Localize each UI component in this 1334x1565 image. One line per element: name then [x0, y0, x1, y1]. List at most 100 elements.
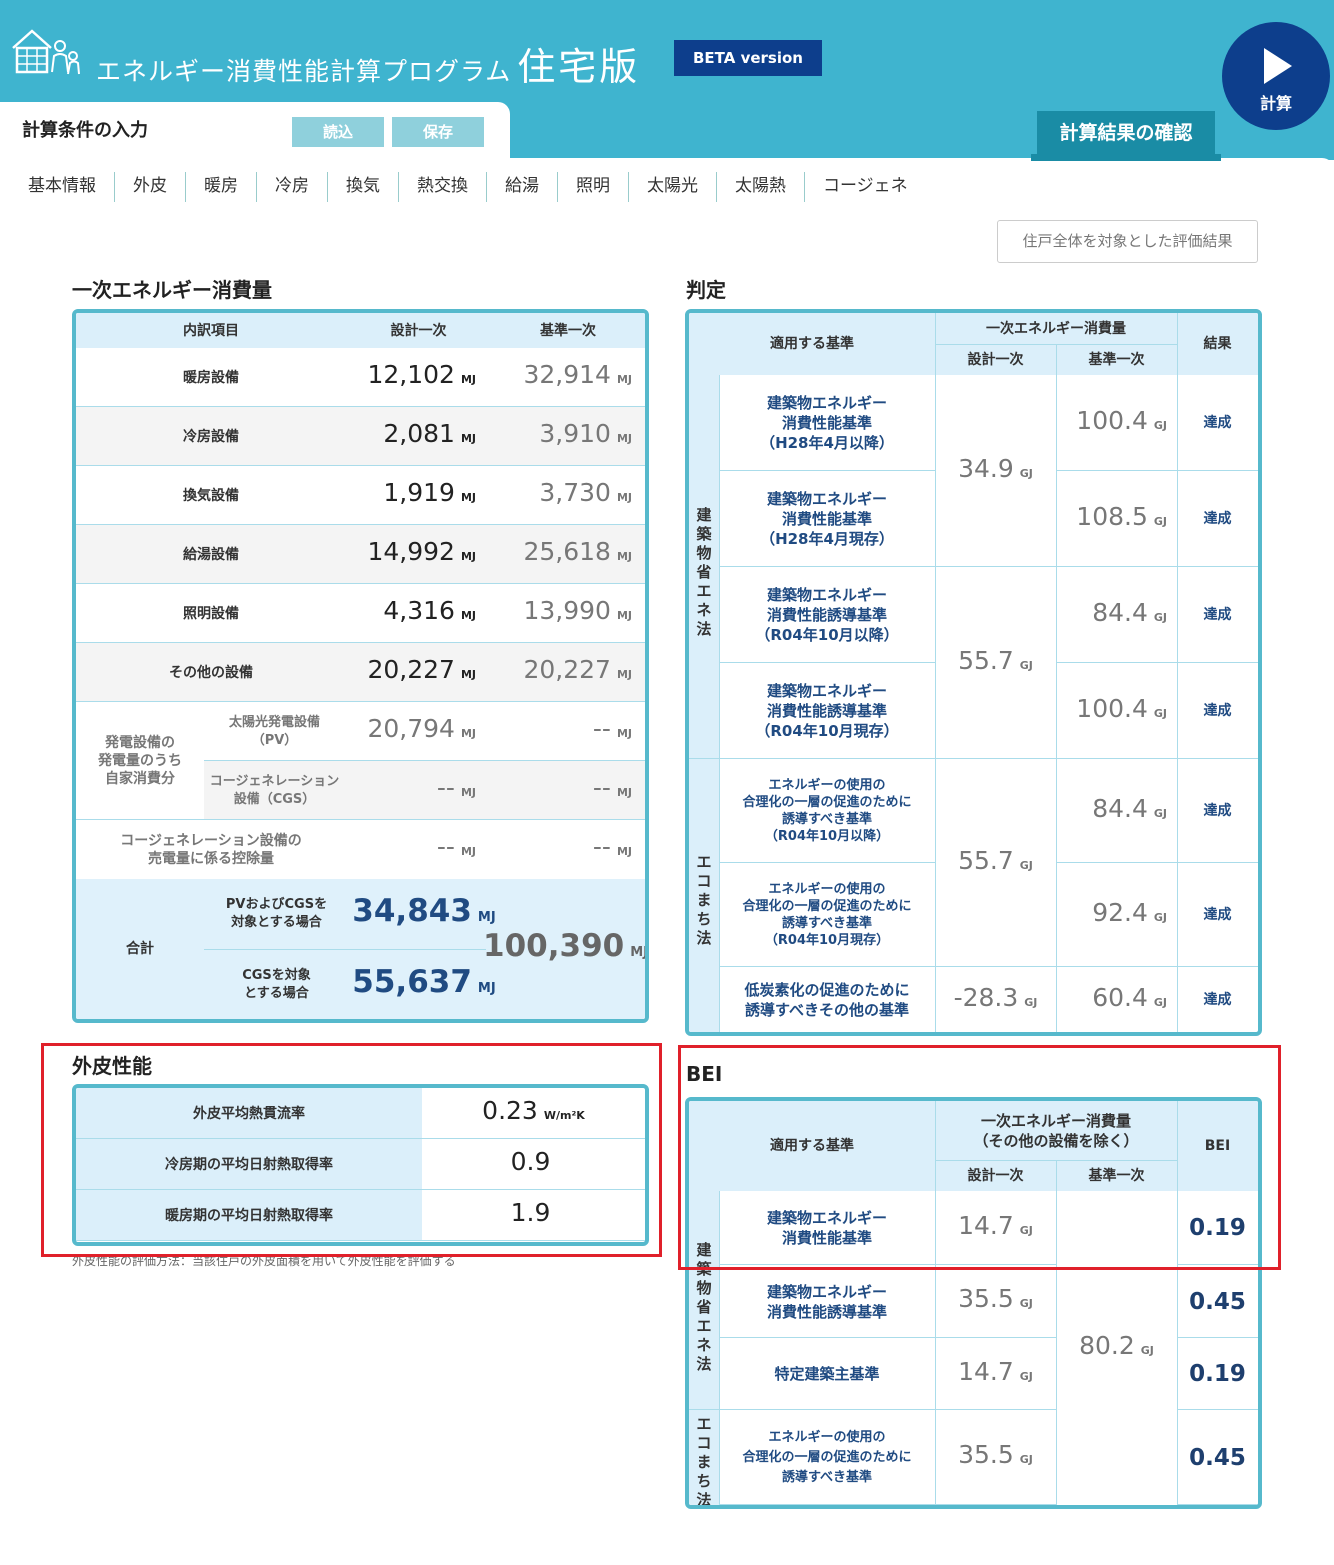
judge-row-result: 達成 — [1203, 992, 1232, 1008]
total-base-value: 100,390 MJ — [483, 927, 648, 964]
grid-line — [1177, 375, 1178, 1032]
nav-tab-10[interactable]: コージェネ — [805, 172, 926, 202]
results-tab[interactable]: 計算結果の確認 — [1037, 111, 1215, 156]
grid-line — [689, 1409, 719, 1410]
judgement-title: 判定 — [686, 278, 726, 302]
judge-row-result: 達成 — [1203, 907, 1232, 923]
input-conditions-tab[interactable]: 計算条件の入力 読込 保存 — [0, 102, 510, 160]
law1-label: 建築物省エネ法 — [696, 506, 712, 638]
judge-row-base: 60.4 GJ — [1092, 982, 1167, 1012]
primary-row-design: 14,992 MJ — [367, 537, 476, 566]
bei-row-label: 建築物エネルギー 消費性能誘導基準 — [766, 1282, 887, 1321]
bei-law2-label: エコまち法 — [696, 1415, 712, 1509]
judge-row-label: 低炭素化の促進のために 誘導すべきその他の基準 — [744, 981, 910, 1019]
pv-label: 太陽光発電設備 （PV） — [228, 714, 320, 748]
judge-header-standard: 適用する基準 — [689, 313, 935, 375]
law2-label: エコまち法 — [696, 853, 712, 947]
grid-line — [1177, 1504, 1258, 1505]
bei-row-design: 35.5 GJ — [958, 1440, 1033, 1469]
nav-tab-7[interactable]: 照明 — [558, 172, 629, 202]
cgs-base: ‐‐ MJ — [592, 773, 632, 802]
play-icon — [1264, 48, 1292, 84]
calculate-button[interactable]: 計算 — [1222, 22, 1330, 130]
results-tab-underline — [1031, 154, 1221, 161]
primary-row-label: その他の設備 — [169, 664, 253, 681]
judge-row-base: 84.4 GJ — [1092, 597, 1167, 627]
primary-row-design: 12,102 MJ — [367, 360, 476, 389]
app-title-edition: 住宅版 — [517, 45, 641, 89]
judge-row-base: 92.4 GJ — [1092, 897, 1167, 927]
save-button[interactable]: 保存 — [392, 117, 484, 147]
house-family-logo-icon — [12, 29, 80, 75]
grid-line — [935, 1504, 1056, 1505]
beta-badge: BETA version — [674, 40, 822, 76]
generation-group-label: 発電設備の 発電量のうち 自家消費分 — [98, 735, 182, 787]
bei-row-value: 0.45 — [1189, 1288, 1246, 1315]
judge-header-energy: 一次エネルギー消費量 — [935, 313, 1177, 345]
primary-row-design: 20,227 MJ — [367, 655, 476, 684]
bei-row-design: 35.5 GJ — [958, 1284, 1033, 1313]
primary-row-base: 32,914 MJ — [523, 360, 632, 389]
pv-base: ‐‐ MJ — [592, 714, 632, 743]
nav-tab-9[interactable]: 太陽熱 — [717, 172, 805, 202]
total-label: 合計 — [126, 941, 154, 957]
primary-row-label: 冷房設備 — [183, 428, 239, 445]
nav-tab-3[interactable]: 冷房 — [257, 172, 328, 202]
judge-design-value: 55.7 GJ — [958, 645, 1033, 675]
primary-row-base: 3,910 MJ — [539, 419, 632, 448]
judge-row-result: 達成 — [1203, 803, 1232, 819]
grid-line — [935, 375, 936, 1032]
judgement-table: 適用する基準 一次エネルギー消費量 設計一次 基準一次 結果建築物省エネ法エコまち法 建築… — [685, 309, 1262, 1036]
nav-tab-6[interactable]: 給湯 — [487, 172, 558, 202]
judge-row-label: エネルギーの使用の 合理化の一層の促進のために 誘導すべき基準 （R04年10月現存） — [742, 882, 912, 948]
grid-line — [689, 758, 719, 759]
primary-energy-title: 一次エネルギー消費量 — [72, 278, 272, 302]
grid-line — [1056, 375, 1057, 1032]
primary-row-label: 換気設備 — [183, 487, 239, 504]
judge-row-base: 100.4 GJ — [1076, 405, 1167, 435]
judge-design-value: 55.7 GJ — [958, 845, 1033, 875]
primary-row-design: 4,316 MJ — [383, 596, 476, 625]
grid-line — [719, 1504, 935, 1505]
primary-header-base: 基準一次 — [491, 313, 645, 348]
judge-row-base: 84.4 GJ — [1092, 793, 1167, 823]
judge-row-result: 達成 — [1203, 415, 1232, 431]
grid-line — [935, 313, 936, 375]
grid-line — [1177, 313, 1178, 375]
bei-row-label: 特定建築主基準 — [774, 1365, 880, 1383]
judge-header-result: 結果 — [1177, 313, 1258, 375]
primary-row-base: 3,730 MJ — [539, 478, 632, 507]
judge-row-result: 達成 — [1203, 703, 1232, 719]
judge-row-result: 達成 — [1203, 607, 1232, 623]
bei-row-label: エネルギーの使用の 合理化の一層の促進のために 誘導すべき基準 — [742, 1429, 912, 1485]
nav-tab-8[interactable]: 太陽光 — [629, 172, 717, 202]
total-pv-cgs-label: PVおよびCGSを 対象とする場合 — [225, 897, 328, 930]
primary-row-label: 暖房設備 — [183, 369, 239, 386]
load-button[interactable]: 読込 — [292, 117, 384, 147]
nav-tabs: 基本情報 外皮 暖房 冷房 換気 熱交換 給湯 照明 太陽光 太陽熱 コージェネ — [0, 172, 926, 202]
grid-line — [1056, 1032, 1258, 1033]
nav-tab-5[interactable]: 熱交換 — [399, 172, 487, 202]
cgs-label: コージェネレーション 設備（CGS） — [209, 773, 340, 807]
bei-row-value: 0.19 — [1189, 1361, 1246, 1387]
primary-energy-table: 内訳項目 設計一次 基準一次暖房設備 12,102 MJ 32,914 MJ 冷房設備 2,08… — [72, 309, 649, 1023]
judge-design-value: -28.3 GJ — [953, 982, 1038, 1012]
primary-row-base: 20,227 MJ — [523, 655, 632, 684]
nav-tab-4[interactable]: 換気 — [328, 172, 399, 202]
judge-row-label: エネルギーの使用の 合理化の一層の促進のために 誘導すべき基準 （R04年10月以降） — [742, 778, 912, 844]
primary-header-item: 内訳項目 — [76, 313, 346, 348]
nav-tab-0[interactable]: 基本情報 — [0, 172, 115, 202]
sell-deduction-label: コージェネレーション設備の 売電量に係る控除量 — [120, 832, 302, 867]
pv-design: 20,794 MJ — [367, 714, 476, 743]
nav-tab-1[interactable]: 外皮 — [115, 172, 186, 202]
bei-row-value: 0.45 — [1189, 1444, 1246, 1471]
primary-header-design: 設計一次 — [346, 313, 491, 348]
primary-row-design: 2,081 MJ — [383, 419, 476, 448]
primary-row-design: 1,919 MJ — [383, 478, 476, 507]
nav-tab-2[interactable]: 暖房 — [186, 172, 257, 202]
grid-line — [719, 375, 720, 1032]
primary-row-base: 13,990 MJ — [523, 596, 632, 625]
whole-unit-evaluation-button[interactable]: 住戸全体を対象とした評価結果 — [997, 220, 1258, 263]
total-pv-cgs-value: 34,843 MJ — [352, 892, 496, 929]
grid-line — [935, 1032, 1056, 1033]
